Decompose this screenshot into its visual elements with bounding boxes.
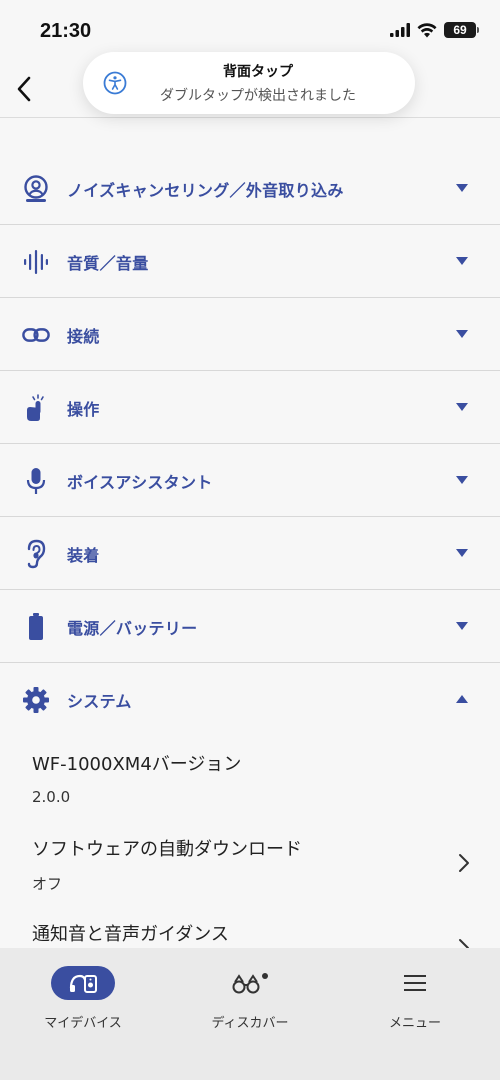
system-item-value: 2.0.0 [32,788,71,806]
system-item-version: WF-1000XM4バージョン 2.0.0 [32,750,241,806]
caret-down-icon[interactable] [456,403,468,411]
nav-discover[interactable]: ディスカバー [180,966,320,1031]
system-item-notification-sound[interactable]: 通知音と音声ガイダンス [32,920,468,946]
binoculars-icon [232,973,268,994]
section-voice-assistant[interactable]: ボイスアシスタント [0,444,500,517]
status-time: 21:30 [40,20,92,42]
section-power-battery[interactable]: 電源／バッテリー [0,590,500,663]
gear-icon [22,686,50,714]
wifi-icon [417,22,437,37]
nav-label: マイデバイス [44,1016,122,1031]
section-label: 装着 [67,546,100,565]
noise-cancel-icon [22,175,50,203]
caret-up-icon[interactable] [456,695,468,703]
toast-text: 背面タップ ダブルタップが検出されました [83,61,415,105]
battery-icon [22,613,50,641]
section-label: ボイスアシスタント [67,473,213,492]
notification-dot [262,973,268,979]
section-label: 音質／音量 [67,254,149,273]
chevron-right-icon[interactable] [458,853,470,873]
nav-menu[interactable]: メニュー [345,966,485,1031]
section-sound-quality[interactable]: 音質／音量 [0,225,500,298]
toast-title: 背面タップ [223,64,293,80]
tap-hand-icon [22,394,50,422]
header-divider [0,117,500,118]
caret-down-icon[interactable] [456,476,468,484]
nav-my-device[interactable]: マイデバイス [13,966,153,1031]
section-label: 操作 [67,400,100,419]
headphones-icon [69,974,97,993]
caret-down-icon[interactable] [456,622,468,630]
nav-label: ディスカバー [211,1016,289,1031]
section-label: システム [67,692,132,711]
system-item-title: WF-1000XM4バージョン [32,754,242,775]
back-tap-toast: 背面タップ ダブルタップが検出されました [83,52,415,114]
status-bar: 21:30 69 [0,0,500,60]
section-label: 電源／バッテリー [67,619,198,638]
section-system[interactable]: システム [0,663,500,736]
section-controls[interactable]: 操作 [0,371,500,444]
caret-down-icon[interactable] [456,549,468,557]
settings-sections: ノイズキャンセリング／外音取り込み 音質／音量 接続 操作 ボイスアシスタント … [0,152,500,736]
status-icons: 69 [390,22,479,38]
section-label: 接続 [67,327,100,346]
sound-wave-icon [22,248,50,276]
section-label: ノイズキャンセリング／外音取り込み [67,181,344,200]
caret-down-icon[interactable] [456,184,468,192]
section-connection[interactable]: 接続 [0,298,500,371]
chevron-left-icon [17,76,31,102]
ear-icon [22,539,50,569]
system-item-auto-download[interactable]: ソフトウェアの自動ダウンロード オフ [32,835,468,894]
system-item-value: オフ [32,875,63,893]
system-item-title: 通知音と音声ガイダンス [32,924,229,945]
caret-down-icon[interactable] [456,257,468,265]
system-item-title: ソフトウェアの自動ダウンロード [32,839,302,860]
microphone-icon [22,467,50,495]
nav-active-pill [51,966,115,1000]
nav-label: メニュー [388,1016,441,1031]
section-wearing[interactable]: 装着 [0,517,500,590]
battery-icon: 69 [444,22,479,38]
toast-subtitle: ダブルタップが検出されました [160,88,356,104]
bottom-nav: マイデバイス ディスカバー メニュー [0,948,500,1080]
menu-icon [404,975,426,991]
signal-icon [390,23,410,37]
link-icon [22,321,50,349]
back-button[interactable] [10,74,38,104]
section-noise-cancelling[interactable]: ノイズキャンセリング／外音取り込み [0,152,500,225]
caret-down-icon[interactable] [456,330,468,338]
